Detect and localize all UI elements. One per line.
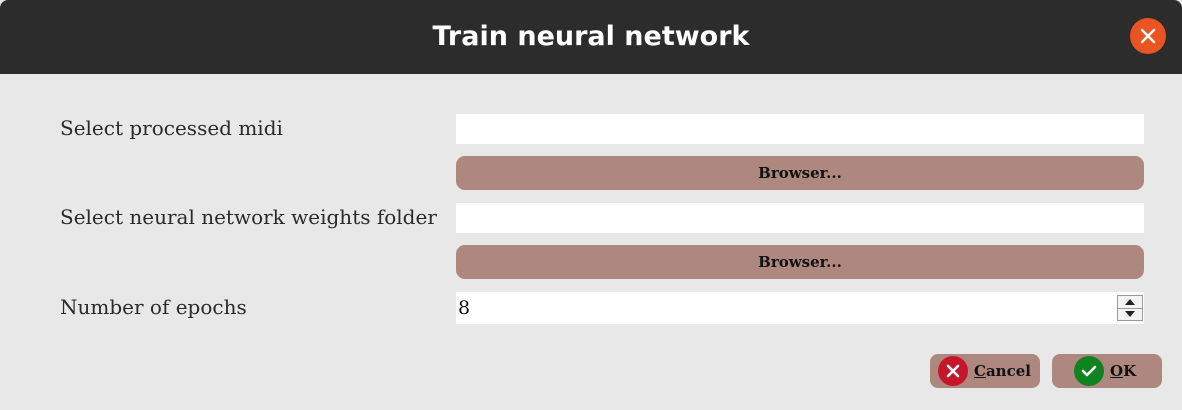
weights-label: Select neural network weights folder	[60, 205, 437, 229]
midi-browse-button[interactable]: Browser...	[456, 156, 1144, 190]
ok-check-icon	[1074, 356, 1104, 386]
epochs-label: Number of epochs	[60, 295, 247, 319]
cancel-label: Cancel	[974, 362, 1031, 380]
close-button[interactable]	[1130, 18, 1166, 54]
triangle-down-icon	[1125, 311, 1135, 317]
midi-label: Select processed midi	[60, 116, 283, 140]
midi-path-input[interactable]	[456, 114, 1144, 144]
ok-button[interactable]: OK	[1052, 354, 1162, 388]
cancel-x-icon	[938, 356, 968, 386]
title-bar: Train neural network	[0, 0, 1182, 74]
weights-browse-button[interactable]: Browser...	[456, 245, 1144, 279]
epochs-value[interactable]: 8	[458, 292, 470, 324]
ok-label: OK	[1110, 362, 1137, 380]
close-icon	[1140, 28, 1156, 44]
weights-folder-input[interactable]	[456, 203, 1144, 233]
spin-buttons	[1117, 295, 1143, 321]
triangle-up-icon	[1125, 299, 1135, 305]
epochs-spinbox[interactable]: 8	[456, 292, 1144, 324]
cancel-button[interactable]: Cancel	[930, 354, 1040, 388]
window-title: Train neural network	[432, 21, 750, 52]
spin-down-button[interactable]	[1118, 308, 1142, 320]
